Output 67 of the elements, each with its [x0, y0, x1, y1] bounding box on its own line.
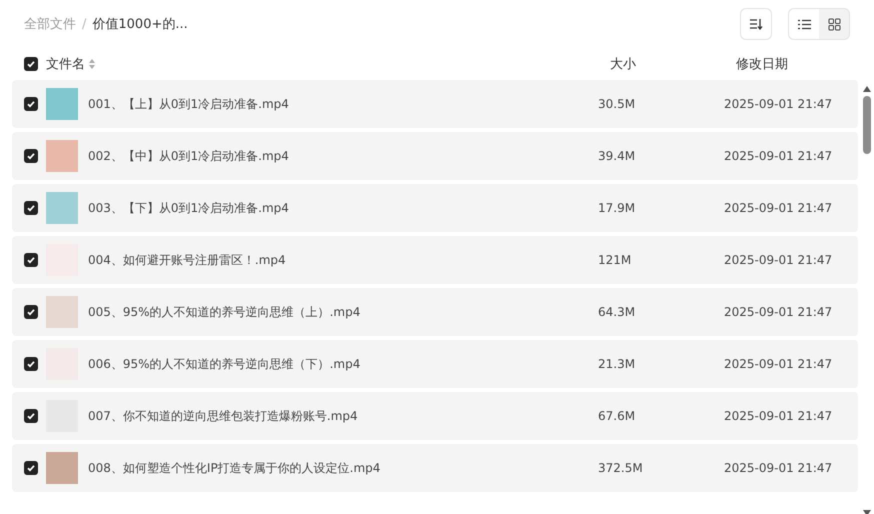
- checkbox[interactable]: [24, 357, 38, 371]
- file-row[interactable]: 005、95%的人不知道的养号逆向思维（上）.mp4 64.3M 2025-09-01 21:47: [12, 288, 858, 336]
- file-size: 121M: [598, 253, 632, 267]
- checkmark-icon: [26, 359, 36, 369]
- file-size: 64.3M: [598, 305, 636, 319]
- video-thumbnail: [46, 192, 78, 224]
- breadcrumb-separator: /: [82, 16, 86, 32]
- list-icon: [798, 18, 810, 30]
- checkbox[interactable]: [24, 201, 38, 215]
- file-size: 372.5M: [598, 461, 644, 475]
- modified-date: 2025-09-01 21:47: [724, 357, 832, 371]
- file-name: 008、如何塑造个性化IP打造专属于你的人设定位.mp4: [88, 460, 382, 476]
- file-row[interactable]: 008、如何塑造个性化IP打造专属于你的人设定位.mp4 372.5M 2025-09-01 21:47: [12, 444, 858, 492]
- grid-icon: [828, 18, 840, 30]
- checkbox[interactable]: [24, 149, 38, 163]
- checkbox[interactable]: [24, 409, 38, 423]
- scroll-up-icon[interactable]: [863, 86, 871, 92]
- checkmark-icon: [26, 307, 36, 317]
- file-name: 003、【下】从0到1冷启动准备.mp4: [88, 200, 290, 216]
- file-row[interactable]: 003、【下】从0到1冷启动准备.mp4 17.9M 2025-09-01 21:47: [12, 184, 858, 232]
- modified-date: 2025-09-01 21:47: [724, 305, 832, 319]
- checkmark-icon: [26, 203, 36, 213]
- file-name: 006、95%的人不知道的养号逆向思维（下）.mp4: [88, 356, 362, 372]
- video-thumbnail: [46, 452, 78, 484]
- file-size: 67.6M: [598, 409, 636, 423]
- modified-date: 2025-09-01 21:47: [724, 409, 832, 423]
- list-view-button[interactable]: [789, 9, 819, 39]
- modified-date: 2025-09-01 21:47: [724, 461, 832, 475]
- file-size: 21.3M: [598, 357, 636, 371]
- file-name: 007、你不知道的逆向思维包装打造爆粉账号.mp4: [88, 408, 359, 424]
- modified-date: 2025-09-01 21:47: [724, 97, 832, 111]
- checkmark-icon: [26, 99, 36, 109]
- file-row[interactable]: 001、【上】从0到1冷启动准备.mp4 30.5M 2025-09-01 21:47: [12, 80, 858, 128]
- file-row[interactable]: 006、95%的人不知道的养号逆向思维（下）.mp4 21.3M 2025-09-01 21:47: [12, 340, 858, 388]
- modified-date: 2025-09-01 21:47: [724, 149, 832, 163]
- file-row[interactable]: 007、你不知道的逆向思维包装打造爆粉账号.mp4 67.6M 2025-09-01 21:47: [12, 392, 858, 440]
- checkmark-icon: [26, 463, 36, 473]
- file-row[interactable]: 004、如何避开账号注册雷区！.mp4 121M 2025-09-01 21:47: [12, 236, 858, 284]
- video-thumbnail: [46, 296, 78, 328]
- breadcrumb-current: 价值1000+的...: [92, 16, 188, 33]
- checkmark-icon: [26, 255, 36, 265]
- file-size: 39.4M: [598, 149, 636, 163]
- checkbox[interactable]: [24, 57, 38, 71]
- checkbox[interactable]: [24, 461, 38, 475]
- video-thumbnail: [46, 88, 78, 120]
- checkbox[interactable]: [24, 253, 38, 267]
- modified-date: 2025-09-01 21:47: [724, 201, 832, 215]
- checkmark-icon: [26, 411, 36, 421]
- sort-lines-icon: [749, 18, 763, 30]
- video-thumbnail: [46, 140, 78, 172]
- file-name: 004、如何避开账号注册雷区！.mp4: [88, 252, 287, 268]
- column-header[interactable]: 修改日期: [736, 55, 788, 73]
- scrollbar-thumb[interactable]: [863, 96, 871, 154]
- file-size: 17.9M: [598, 201, 636, 215]
- checkmark-icon: [26, 151, 36, 161]
- sort-button[interactable]: [740, 8, 772, 40]
- file-name: 002、【中】从0到1冷启动准备.mp4: [88, 148, 290, 164]
- file-row[interactable]: 002、【中】从0到1冷启动准备.mp4 39.4M 2025-09-01 21:47: [12, 132, 858, 180]
- checkbox[interactable]: [24, 305, 38, 319]
- file-name: 001、【上】从0到1冷启动准备.mp4: [88, 96, 290, 112]
- modified-date: 2025-09-01 21:47: [724, 253, 832, 267]
- file-name: 005、95%的人不知道的养号逆向思维（上）.mp4: [88, 304, 362, 320]
- column-header[interactable]: 大小: [610, 55, 736, 73]
- file-size: 30.5M: [598, 97, 636, 111]
- column-header[interactable]: 文件名: [46, 55, 85, 73]
- checkmark-icon: [26, 59, 36, 69]
- checkbox[interactable]: [24, 97, 38, 111]
